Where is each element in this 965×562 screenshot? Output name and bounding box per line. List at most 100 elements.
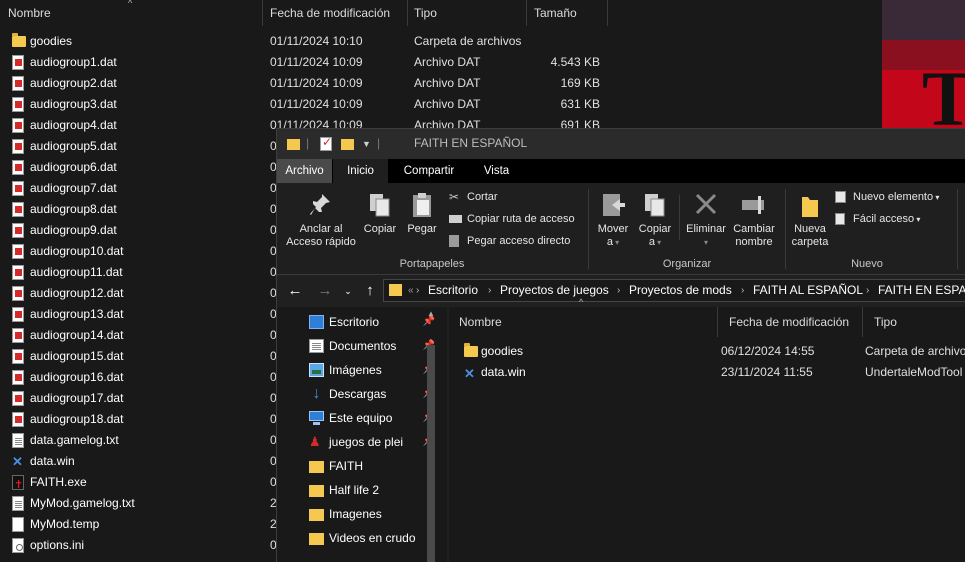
nav-item[interactable]: FAITH xyxy=(307,454,429,478)
desktop-icon xyxy=(309,315,324,329)
breadcrumb-item[interactable]: Proyectos de juegos xyxy=(500,280,609,301)
breadcrumb-separator[interactable]: › xyxy=(741,280,744,301)
pin-label-1: Anclar al xyxy=(299,223,343,235)
copy-label: Copiar xyxy=(363,223,397,235)
address-bar[interactable]: « › Escritorio › Proyectos de juegos › Proyec… xyxy=(383,279,965,302)
column-type-header[interactable]: Tipo xyxy=(409,0,527,26)
nav-item-label: Este equipo xyxy=(329,411,393,425)
breadcrumb-item[interactable]: FAITH AL ESPAÑOL xyxy=(753,280,863,301)
file-row[interactable]: audiogroup3.dat 01/11/2024 10:09 Archivo D… xyxy=(0,94,610,115)
file-row[interactable]: audiogroup1.dat 01/11/2024 10:09 Archivo D… xyxy=(0,52,610,73)
dat-file-icon xyxy=(12,139,24,154)
file-name: FAITH.exe xyxy=(30,475,87,489)
address-overflow[interactable]: « xyxy=(408,280,414,301)
dat-file-icon xyxy=(12,349,24,364)
column-size-header[interactable]: Tamaño xyxy=(528,0,608,26)
new-folder-quick-icon[interactable] xyxy=(341,139,354,150)
dat-file-icon xyxy=(12,265,24,280)
file-type: UndertaleModTool xyxy=(865,365,963,379)
scroll-thumb[interactable] xyxy=(427,345,435,562)
new-item-button[interactable]: Nuevo elemento ▾ xyxy=(833,188,939,206)
file-name: audiogroup11.dat xyxy=(30,265,123,279)
file-name: audiogroup12.dat xyxy=(30,286,124,300)
content-column-name[interactable]: Nombre xyxy=(449,307,718,337)
nav-item[interactable]: Imagenes xyxy=(307,502,429,526)
cut-button[interactable]: ✂ Cortar xyxy=(447,188,498,206)
content-column-type[interactable]: Tipo xyxy=(864,307,965,337)
nav-item[interactable]: Documentos📌 xyxy=(307,334,435,358)
breadcrumb-item[interactable]: Escritorio xyxy=(428,280,478,301)
file-name: goodies xyxy=(481,344,524,358)
game-exe-icon xyxy=(12,475,24,496)
copy-path-button[interactable]: Copiar ruta de acceso xyxy=(447,210,575,228)
breadcrumb-item[interactable]: FAITH EN ESPAÑOL xyxy=(878,280,965,301)
navigation-pane: Escritorio📌Documentos📌Imágenes📌 ↓ Descarga… xyxy=(277,307,447,562)
nav-item-label: Imágenes xyxy=(329,363,382,377)
nav-item[interactable]: Half life 2 xyxy=(307,478,429,502)
paste-button[interactable]: Pegar xyxy=(403,191,441,236)
breadcrumb-separator[interactable]: › xyxy=(416,280,419,301)
customize-quick-access-icon[interactable]: ▼ xyxy=(362,139,371,155)
content-file-row[interactable]: ✕ data.win 23/11/2024 11:55 UndertaleModToo… xyxy=(449,362,965,383)
content-file-row[interactable]: goodies 06/12/2024 14:55 Carpeta de archiv… xyxy=(449,341,965,362)
dat-file-icon xyxy=(12,244,24,259)
nav-item[interactable]: ♟juegos de plei📌 xyxy=(307,430,435,454)
file-content-pane: Nombre ^ Fecha de modificación Tipo good… xyxy=(449,297,965,562)
nav-item[interactable]: Imágenes📌 xyxy=(307,358,435,382)
new-folder-button[interactable]: Nueva carpeta xyxy=(787,191,833,249)
breadcrumb-separator[interactable]: › xyxy=(866,280,869,301)
file-name: audiogroup9.dat xyxy=(30,223,117,237)
folder-icon xyxy=(309,485,324,497)
column-modified-header[interactable]: Fecha de modificación xyxy=(264,0,408,26)
tab-compartir[interactable]: Compartir xyxy=(389,159,469,183)
easy-access-button[interactable]: Fácil acceso ▾ xyxy=(833,210,920,228)
scroll-up-icon[interactable]: ▲ xyxy=(427,309,435,318)
properties-icon[interactable] xyxy=(320,135,332,151)
breadcrumb-separator[interactable]: › xyxy=(617,280,620,301)
back-button[interactable]: ← xyxy=(285,281,305,301)
title-bar: | ▼ | FAITH EN ESPAÑOL xyxy=(277,129,965,159)
pin-icon xyxy=(308,191,334,219)
breadcrumb-separator[interactable]: › xyxy=(488,280,491,301)
navigation-scrollbar[interactable]: ▲ xyxy=(427,309,435,562)
window-folder-icon xyxy=(287,139,300,150)
pin-label-2: Acceso rápido xyxy=(286,236,356,248)
file-name: MyMod.temp xyxy=(30,517,100,531)
recent-locations-button[interactable]: ⌄ xyxy=(341,281,355,301)
quick-access-separator-2: | xyxy=(377,136,381,150)
nav-item[interactable]: Escritorio 📌 xyxy=(307,310,435,334)
new-folder-icon xyxy=(797,191,823,219)
breadcrumb-item[interactable]: Proyectos de mods xyxy=(629,280,732,301)
this-pc-icon xyxy=(309,411,324,425)
nav-item[interactable]: ↓Descargas📌 xyxy=(307,382,436,406)
tab-archivo[interactable]: Archivo xyxy=(277,159,332,183)
dat-file-icon xyxy=(12,55,24,70)
file-name: audiogroup3.dat xyxy=(30,97,117,111)
copy-button[interactable]: Copiar xyxy=(361,191,399,236)
file-row[interactable]: goodies 01/11/2024 10:10 Carpeta de archiv… xyxy=(0,31,610,52)
rename-button[interactable]: Cambiar nombre xyxy=(729,191,779,249)
organize-group-label: Organizar xyxy=(662,258,712,270)
up-button[interactable]: ↑ xyxy=(361,281,379,301)
file-size: 169 KB xyxy=(560,76,600,90)
tab-vista[interactable]: Vista xyxy=(469,159,524,183)
dat-file-icon xyxy=(12,391,24,406)
copy-to-button[interactable]: Copiar a ▾ xyxy=(635,191,675,249)
new-folder-label-1: Nueva xyxy=(794,223,826,235)
file-name: data.win xyxy=(481,365,526,379)
tab-inicio[interactable]: Inicio xyxy=(333,159,388,183)
content-column-modified[interactable]: Fecha de modificación xyxy=(719,307,863,337)
move-to-button[interactable]: Mover a ▾ xyxy=(593,191,633,249)
nav-item[interactable]: Videos en crudo xyxy=(307,526,429,550)
text-file-icon xyxy=(12,433,24,448)
delete-button[interactable]: Eliminar ▾ xyxy=(683,191,729,249)
forward-button[interactable]: → xyxy=(315,281,335,301)
nav-item-label: Videos en crudo xyxy=(329,531,416,545)
ini-file-icon xyxy=(12,538,24,553)
file-row[interactable]: audiogroup2.dat 01/11/2024 10:09 Archivo D… xyxy=(0,73,610,94)
dat-file-icon xyxy=(12,307,24,322)
nav-item[interactable]: Este equipo📌 xyxy=(307,406,435,430)
pin-quick-access-button[interactable]: Anclar al Acceso rápido xyxy=(283,191,359,249)
paste-shortcut-button[interactable]: Pegar acceso directo xyxy=(447,232,570,250)
nav-item-label: Descargas xyxy=(329,387,387,401)
